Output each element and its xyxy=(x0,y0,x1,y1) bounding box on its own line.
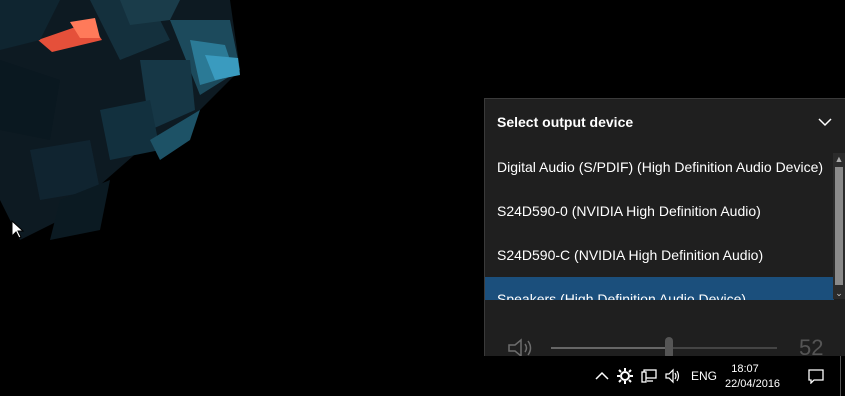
speaker-icon[interactable] xyxy=(665,368,681,384)
show-desktop-button[interactable] xyxy=(840,356,841,396)
action-center-icon[interactable] xyxy=(808,368,824,384)
clock[interactable]: 18:07 22/04/2016 xyxy=(725,362,781,392)
taskbar: ENG 18:07 22/04/2016 xyxy=(0,356,845,396)
device-item-s24d590-c[interactable]: S24D590-C (NVIDIA High Definition Audio) xyxy=(485,233,834,277)
volume-value: 52 xyxy=(799,335,824,356)
flyout-title: Select output device xyxy=(497,114,634,130)
chevron-up-icon[interactable] xyxy=(594,368,610,384)
chevron-down-icon[interactable] xyxy=(817,114,833,130)
settings-gear-icon[interactable] xyxy=(617,368,633,384)
language-indicator[interactable]: ENG xyxy=(691,369,717,383)
volume-slider-fill xyxy=(551,347,669,349)
device-list: Digital Audio (S/PDIF) (High Definition … xyxy=(485,145,834,300)
volume-slider[interactable] xyxy=(551,337,777,356)
mouse-cursor xyxy=(11,220,25,239)
speaker-icon[interactable] xyxy=(507,337,535,356)
output-device-header[interactable]: Select output device xyxy=(485,99,845,145)
device-list-scrollbar[interactable]: ▲ ⌄ xyxy=(833,153,845,299)
clock-date: 22/04/2016 xyxy=(725,378,781,390)
scroll-up-icon[interactable]: ▲ xyxy=(833,153,845,165)
device-item-digital-audio[interactable]: Digital Audio (S/PDIF) (High Definition … xyxy=(485,145,834,189)
audio-output-flyout: Select output device Digital Audio (S/PD… xyxy=(484,98,845,356)
device-item-s24d590-0[interactable]: S24D590-0 (NVIDIA High Definition Audio) xyxy=(485,189,834,233)
network-icon[interactable] xyxy=(641,368,657,384)
clock-time: 18:07 xyxy=(731,363,759,375)
volume-slider-thumb[interactable] xyxy=(664,337,673,356)
scroll-down-icon[interactable]: ⌄ xyxy=(833,287,845,299)
device-item-speakers[interactable]: Speakers (High Definition Audio Device) xyxy=(485,277,834,300)
volume-row: 52 xyxy=(485,301,845,356)
scroll-thumb[interactable] xyxy=(835,167,843,285)
